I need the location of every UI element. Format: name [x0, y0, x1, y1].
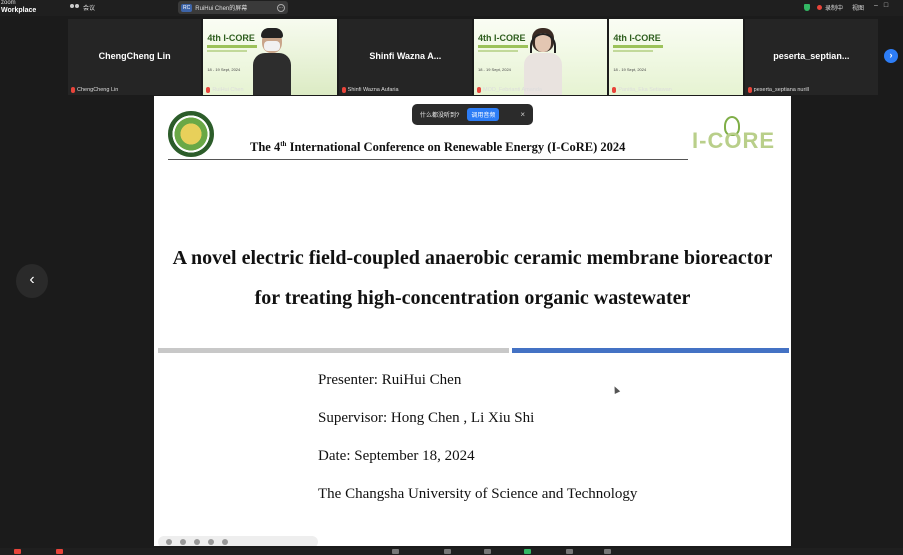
video-tile[interactable]: ChengCheng Lin ChengCheng Lin — [68, 19, 202, 95]
participant-name: ChengCheng Lin — [98, 51, 171, 61]
toolbar-icon[interactable] — [166, 539, 172, 545]
mic-off-icon — [71, 87, 75, 93]
people-icon — [70, 4, 79, 11]
close-icon[interactable]: × — [520, 110, 525, 119]
tile-footer: Panitia_Eka Setiawan — [612, 87, 672, 93]
record-icon[interactable] — [566, 549, 573, 554]
video-tile[interactable]: 4th I-CORE 18 - 19 Sept, 2024 MOD_Febria… — [473, 19, 608, 95]
more-icon[interactable]: ⋯ — [277, 3, 285, 12]
video-tile[interactable]: Shinfi Wazna A... Shinfi Wazna Aufaria — [338, 19, 472, 95]
headset-icon — [529, 33, 556, 53]
date-text: Date: September 18, 2024 — [318, 448, 475, 464]
backdrop-poster: 4th I-CORE 18 - 19 Sept, 2024 — [609, 19, 743, 95]
more-icon[interactable] — [604, 549, 611, 554]
video-off-icon[interactable] — [56, 549, 63, 554]
tile-footer: Shinfi Wazna Aufaria — [341, 87, 399, 93]
participant-video — [523, 27, 562, 95]
top-bar: zoom Workplace 会议 RC RuiHui Chen的屏幕 ⋯ 录制… — [0, 0, 903, 16]
window-controls: – □ — [874, 2, 888, 9]
mic-off-icon — [612, 87, 617, 93]
slide-toolbar — [158, 536, 318, 546]
shared-slide: The 4th International Conference on Rene… — [154, 96, 791, 546]
meeting-menu[interactable]: 会议 — [70, 3, 95, 12]
share-screen-icon[interactable] — [524, 549, 531, 554]
participant-name: peserta_septian... — [773, 51, 850, 61]
chat-icon[interactable] — [444, 549, 451, 554]
reactions-icon[interactable] — [484, 549, 491, 554]
icore-logo: I-CORE — [686, 110, 782, 162]
previous-page-button[interactable]: ‹ — [16, 264, 48, 298]
university-seal-icon — [168, 111, 214, 157]
record-dot-icon — [817, 5, 822, 10]
university-text: The Changsha University of Science and T… — [318, 486, 638, 502]
view-button[interactable]: 视图 — [852, 3, 864, 12]
mouse-cursor-icon — [611, 385, 621, 394]
toolbar-icon[interactable] — [208, 539, 214, 545]
maximize-icon[interactable]: □ — [884, 2, 888, 9]
shield-icon — [804, 4, 810, 11]
video-tile-active[interactable]: 4th I-CORE 18 - 19 Sept, 2024 RuiHui Che… — [203, 19, 337, 95]
share-tab-label: RuiHui Chen的屏幕 — [195, 6, 248, 12]
join-audio-button[interactable]: 调用音频 — [467, 108, 500, 121]
tile-footer: ChengCheng Lin — [71, 87, 118, 93]
sharer-avatar: RC — [181, 3, 193, 12]
tile-footer: peserta_septiana nurill — [747, 87, 809, 93]
header-rule — [168, 159, 688, 160]
zoom-window: zoom Workplace 会议 RC RuiHui Chen的屏幕 ⋯ 录制… — [0, 0, 903, 555]
video-gallery: ChengCheng Lin ChengCheng Lin 4th I-CORE… — [68, 19, 878, 95]
toolbar-icon[interactable] — [194, 539, 200, 545]
mic-off-icon[interactable] — [14, 549, 21, 554]
screen-share-tab[interactable]: RC RuiHui Chen的屏幕 ⋯ — [178, 1, 288, 14]
participant-video — [253, 27, 292, 95]
toolbar-icon[interactable] — [222, 539, 228, 545]
participant-name: Shinfi Wazna A... — [369, 51, 442, 61]
bottom-toolbar — [0, 548, 903, 555]
presenter-text: Presenter: RuiHui Chen — [318, 372, 462, 388]
tile-footer: RuiHui Chen — [206, 87, 244, 93]
mic-off-icon — [747, 87, 752, 93]
mic-off-icon — [476, 87, 481, 93]
video-tile[interactable]: 4th I-CORE 18 - 19 Sept, 2024 Panitia_Ek… — [609, 19, 743, 95]
audio-prompt-text: 什么都没听到? — [420, 113, 460, 119]
audio-prompt: 什么都没听到? 调用音频 × — [412, 104, 533, 125]
participants-icon[interactable] — [392, 549, 399, 554]
divider-blue — [512, 348, 789, 353]
tile-footer: MOD_Febrianti Amanda — [476, 87, 542, 93]
minimize-icon[interactable]: – — [874, 2, 878, 9]
slide-title: A novel electric field-coupled anaerobic… — [172, 247, 773, 309]
mic-off-icon — [206, 87, 211, 93]
recording-indicator[interactable]: 录制中 — [804, 3, 843, 12]
app-logo: zoom Workplace — [1, 0, 37, 14]
supervisor-text: Supervisor: Hong Chen , Li Xiu Shi — [318, 410, 535, 426]
conference-title: The 4th International Conference on Rene… — [250, 140, 626, 155]
toolbar-icon[interactable] — [180, 539, 186, 545]
video-tile[interactable]: peserta_septian... peserta_septiana nuri… — [744, 19, 878, 95]
mic-off-icon — [341, 87, 346, 93]
gallery-next-button[interactable]: › — [884, 49, 898, 63]
divider-grey — [158, 348, 509, 353]
